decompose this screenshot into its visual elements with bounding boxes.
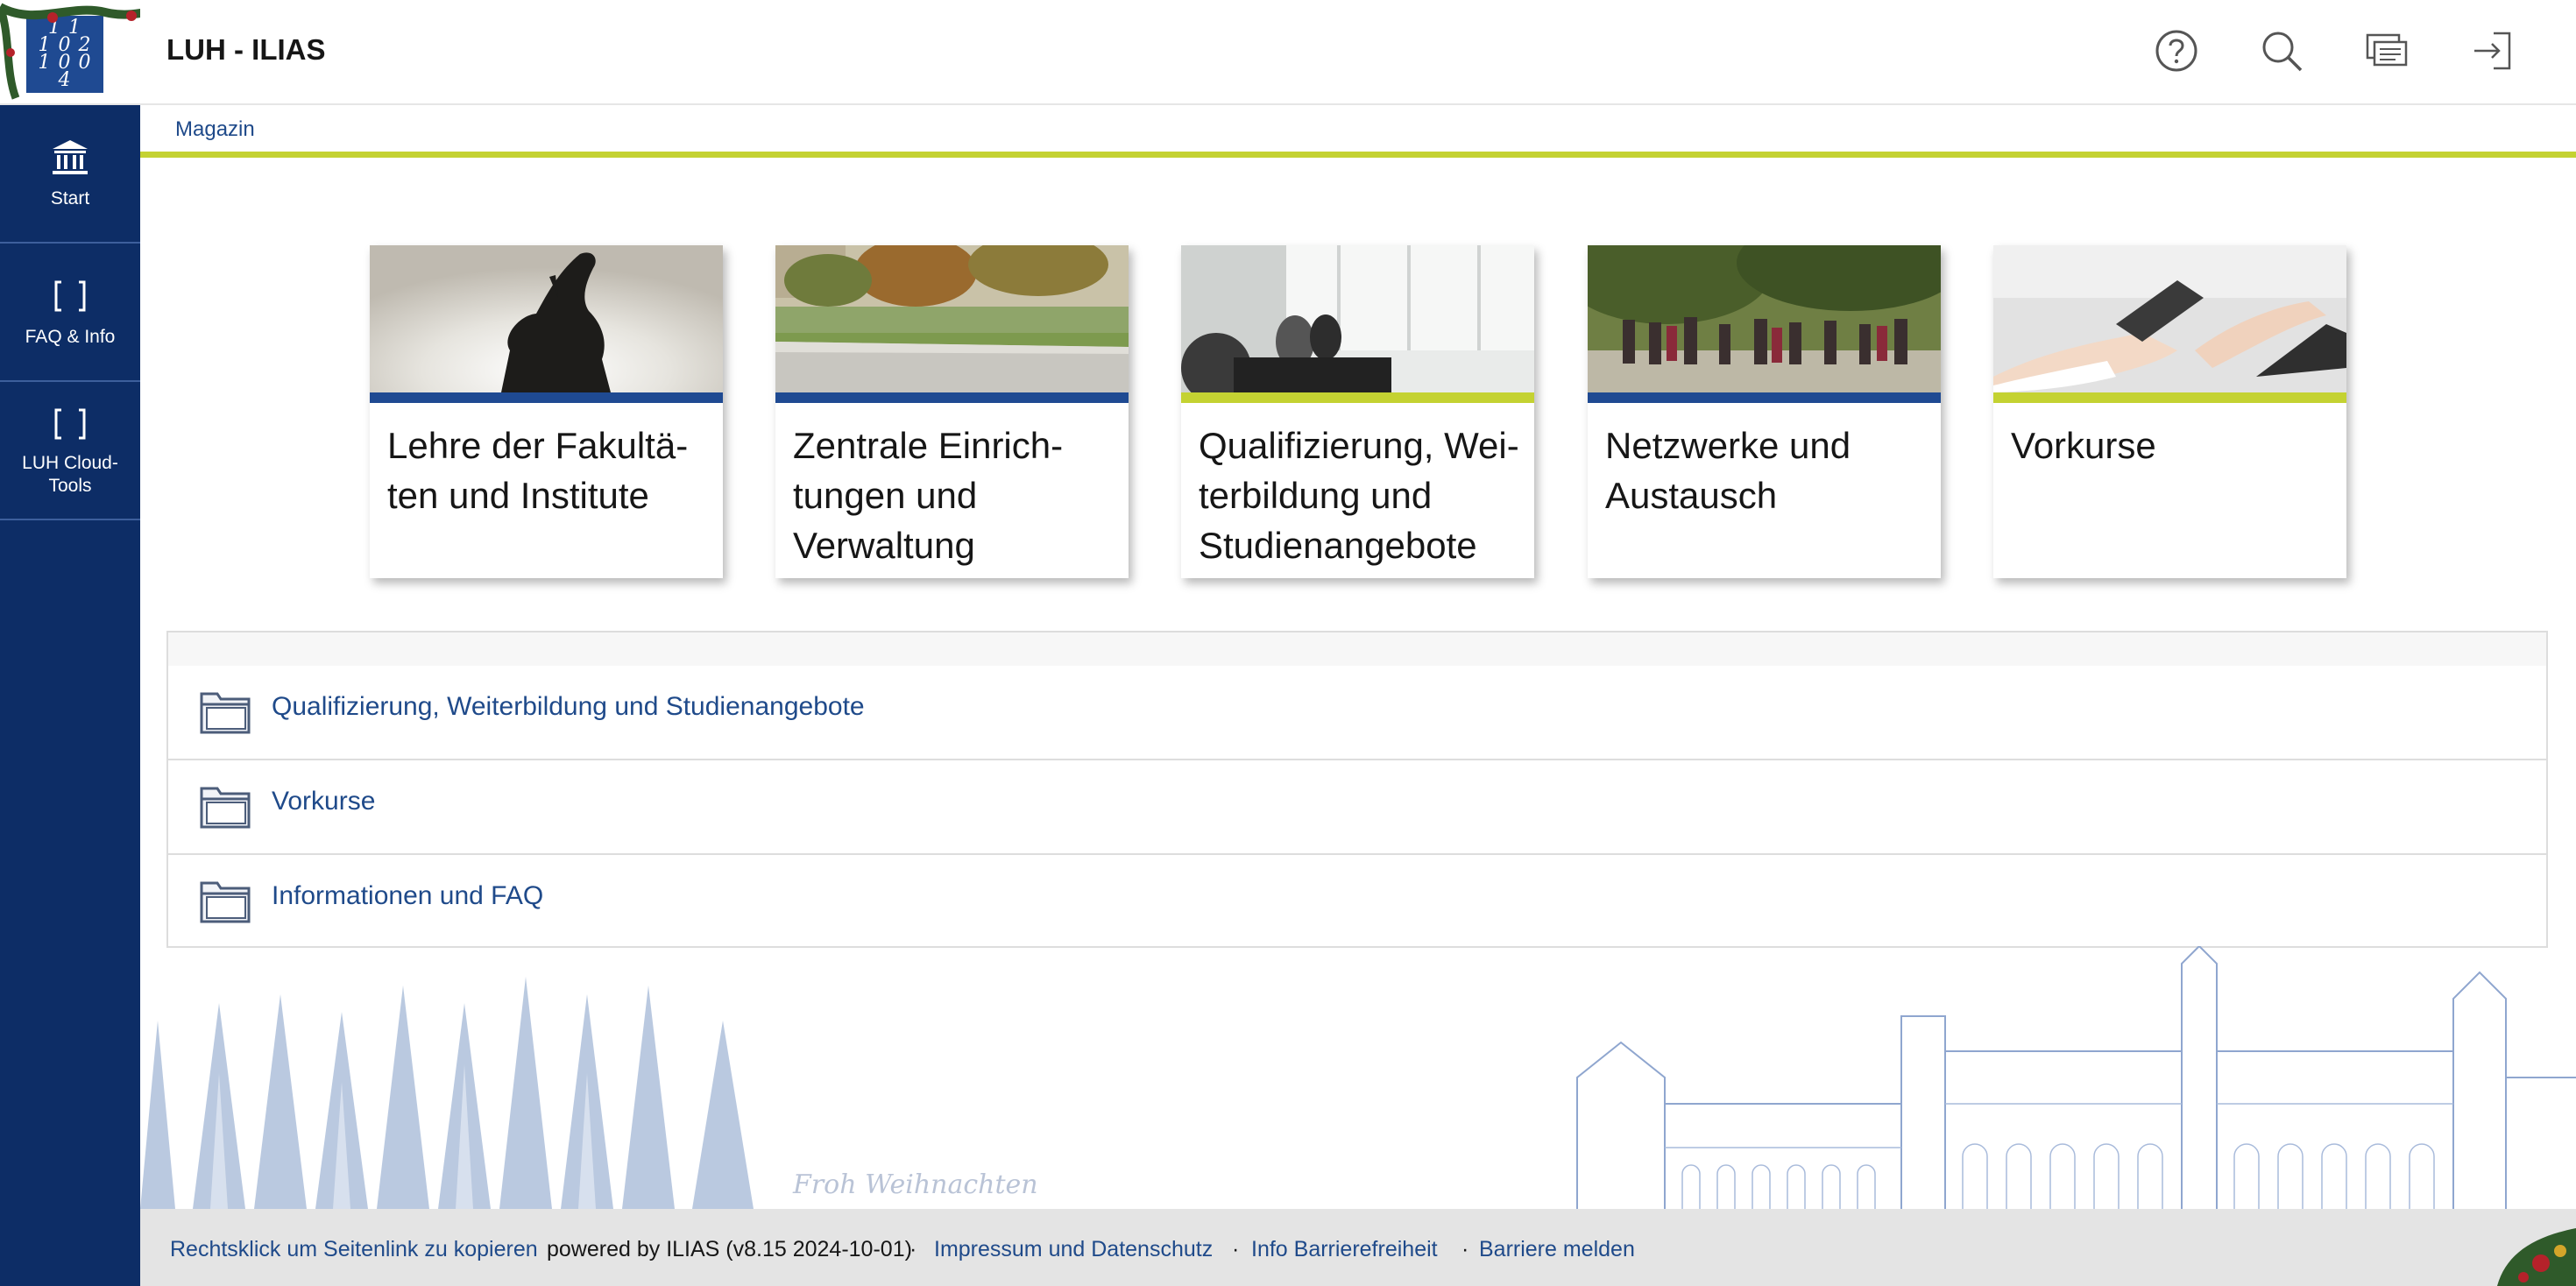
tile-qualifizierung[interactable]: Qualifizierung, Wei-terbildung und Studi… — [1181, 245, 1534, 578]
login-icon[interactable] — [2466, 25, 2518, 77]
tile-image — [1181, 245, 1534, 392]
accessibility-info-link[interactable]: Info Barrierefreiheit — [1251, 1237, 1438, 1262]
bank-icon — [53, 140, 88, 174]
sidebar-item-faq-info[interactable]: FAQ & Info — [0, 244, 140, 382]
list-item-label[interactable]: Informationen und FAQ — [272, 881, 543, 911]
tile-accent-bar — [370, 392, 723, 403]
tile-image — [370, 245, 723, 392]
list-item-label[interactable]: Qualifizierung, Weiterbildung und Studie… — [272, 692, 865, 722]
folder-icon — [200, 787, 251, 829]
site-title[interactable]: LUH - ILIAS — [166, 33, 325, 67]
folder-icon — [200, 692, 251, 734]
logo-line: 1 0 0 4 — [38, 52, 92, 91]
sidebar-item-start[interactable]: Start — [0, 105, 140, 244]
list-header — [168, 632, 2546, 666]
tile-title: Zentrale Einrich-tungen und Verwaltung — [793, 425, 1064, 566]
powered-by-text: powered by ILIAS (v8.15 2024-10-01) — [547, 1237, 912, 1261]
help-icon[interactable] — [2150, 25, 2203, 77]
sidebar-item-label: LUH Cloud-Tools — [22, 453, 118, 496]
search-icon[interactable] — [2255, 25, 2308, 77]
footer-separator: · — [909, 1237, 917, 1261]
page-footer: Rechtsklick um Seitenlink zu kopieren po… — [140, 1209, 2576, 1286]
sidebar-item-luh-cloud-tools[interactable]: LUH Cloud-Tools — [0, 382, 140, 520]
greeting-text: Froh Weihnachten — [793, 1169, 1038, 1200]
christmas-ornament-decoration — [2497, 1228, 2576, 1286]
item-list: Qualifizierung, Weiterbildung und Studie… — [166, 631, 2548, 948]
folder-icon — [200, 881, 251, 923]
winter-trees-decoration — [140, 977, 754, 1209]
bracket-icon — [54, 280, 86, 312]
list-item[interactable]: Vorkurse — [168, 760, 2546, 855]
tile-title: Lehre der Fakultä-ten und Institute — [387, 425, 689, 516]
sidebar-item-label: FAQ & Info — [25, 327, 116, 347]
imprint-link[interactable]: Impressum und Datenschutz — [934, 1237, 1213, 1262]
notification-center-icon[interactable] — [2360, 25, 2413, 77]
tile-title: Netzwerke und Austausch — [1605, 425, 1851, 516]
tile-vorkurse[interactable]: Vorkurse — [1993, 245, 2346, 578]
tile-image — [775, 245, 1129, 392]
tile-accent-bar — [1993, 392, 2346, 403]
top-header: 1 1 1 0 2 1 0 0 4 LUH - ILIAS — [0, 0, 2576, 105]
tile-zentrale-einrichtungen[interactable]: Zentrale Einrich-tungen und Verwaltung — [775, 245, 1129, 578]
tile-image — [1993, 245, 2346, 392]
tile-image — [1588, 245, 1941, 392]
tile-accent-bar — [1588, 392, 1941, 403]
tile-accent-bar — [775, 392, 1129, 403]
tile-title: Qualifizierung, Wei-terbildung und Studi… — [1199, 425, 1519, 566]
tile-title: Vorkurse — [2011, 425, 2156, 466]
luh-logo[interactable]: 1 1 1 0 2 1 0 0 4 — [26, 16, 103, 93]
footer-separator: · — [1232, 1237, 1240, 1261]
tile-accent-bar — [1181, 392, 1534, 403]
footer-separator: · — [1461, 1237, 1469, 1261]
logo-area[interactable]: 1 1 1 0 2 1 0 0 4 — [0, 0, 140, 105]
main-sidebar: Start FAQ & Info LUH Cloud-Tools — [0, 105, 140, 1286]
list-item[interactable]: Informationen und FAQ — [168, 855, 2546, 950]
permalink-link[interactable]: Rechtsklick um Seitenlink zu kopieren — [170, 1237, 538, 1262]
bracket-icon — [54, 408, 86, 440]
breadcrumb-magazin[interactable]: Magazin — [175, 117, 255, 142]
breadcrumb-bar: Magazin — [140, 105, 2576, 158]
tile-netzwerke[interactable]: Netzwerke und Austausch — [1588, 245, 1941, 578]
university-building-decoration — [1576, 946, 2576, 1209]
tile-lehre[interactable]: Lehre der Fakultä-ten und Institute — [370, 245, 723, 578]
sidebar-item-label: Start — [50, 188, 90, 208]
report-barrier-link[interactable]: Barriere melden — [1479, 1237, 1635, 1262]
list-item[interactable]: Qualifizierung, Weiterbildung und Studie… — [168, 666, 2546, 760]
list-item-label[interactable]: Vorkurse — [272, 787, 375, 816]
